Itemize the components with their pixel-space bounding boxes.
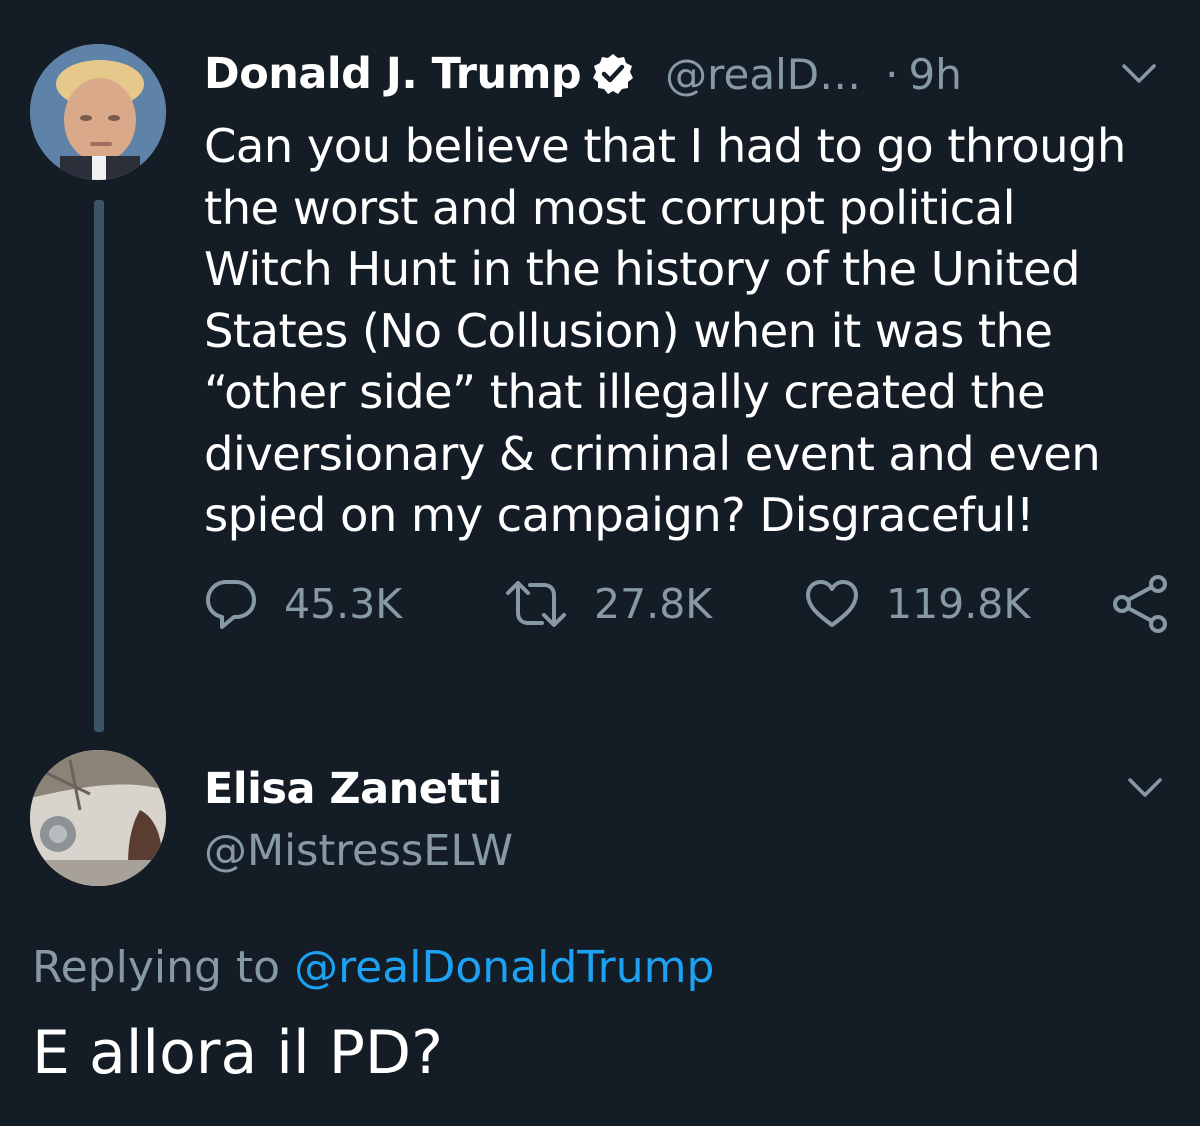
- replying-to-prefix: Replying to: [32, 942, 281, 993]
- reply-button[interactable]: 45.3K: [204, 574, 402, 634]
- trump-avatar-image: [30, 44, 166, 180]
- author-display-name[interactable]: Donald J. Trump: [204, 49, 582, 99]
- share-icon: [1113, 575, 1167, 633]
- chevron-down-icon[interactable]: [1120, 62, 1158, 86]
- tweet-timestamp[interactable]: 9h: [908, 50, 961, 99]
- separator-dot: ·: [885, 49, 899, 99]
- author-handle[interactable]: @realD…: [665, 50, 861, 99]
- like-count: 119.8K: [886, 580, 1031, 628]
- heart-icon: [806, 580, 858, 627]
- tweet-thread-screen: Donald J. Trump @realD… · 9h Can you bel…: [0, 0, 1200, 1126]
- retweet-button[interactable]: 27.8K: [504, 574, 712, 634]
- share-button[interactable]: [1110, 574, 1172, 634]
- reply-author-handle[interactable]: @MistressELW: [204, 826, 513, 876]
- reply-icon: [206, 580, 256, 629]
- elisa-avatar[interactable]: [30, 750, 166, 886]
- trump-avatar[interactable]: [30, 44, 166, 180]
- tweet-body-text: Can you believe that I had to go through…: [204, 119, 1126, 542]
- reply-author-display-name[interactable]: Elisa Zanetti: [204, 764, 502, 814]
- retweet-count: 27.8K: [594, 580, 713, 628]
- retweet-icon: [506, 581, 566, 627]
- thread-connector-line: [94, 200, 104, 732]
- tweet-header: Donald J. Trump @realD… · 9h: [204, 42, 962, 106]
- chevron-down-icon[interactable]: [1126, 776, 1164, 800]
- reply-count: 45.3K: [284, 580, 403, 628]
- replying-to-line: Replying to @realDonaldTrump: [32, 942, 714, 993]
- verified-badge-icon: [593, 54, 634, 94]
- reply-body-text: E allora il PD?: [32, 1018, 443, 1088]
- like-button[interactable]: 119.8K: [804, 574, 1030, 634]
- replying-to-mention-link[interactable]: @realDonaldTrump: [294, 942, 714, 993]
- elisa-avatar-image: [30, 750, 166, 886]
- tweet-action-bar: 45.3K 27.8K 119.8K: [204, 574, 1184, 634]
